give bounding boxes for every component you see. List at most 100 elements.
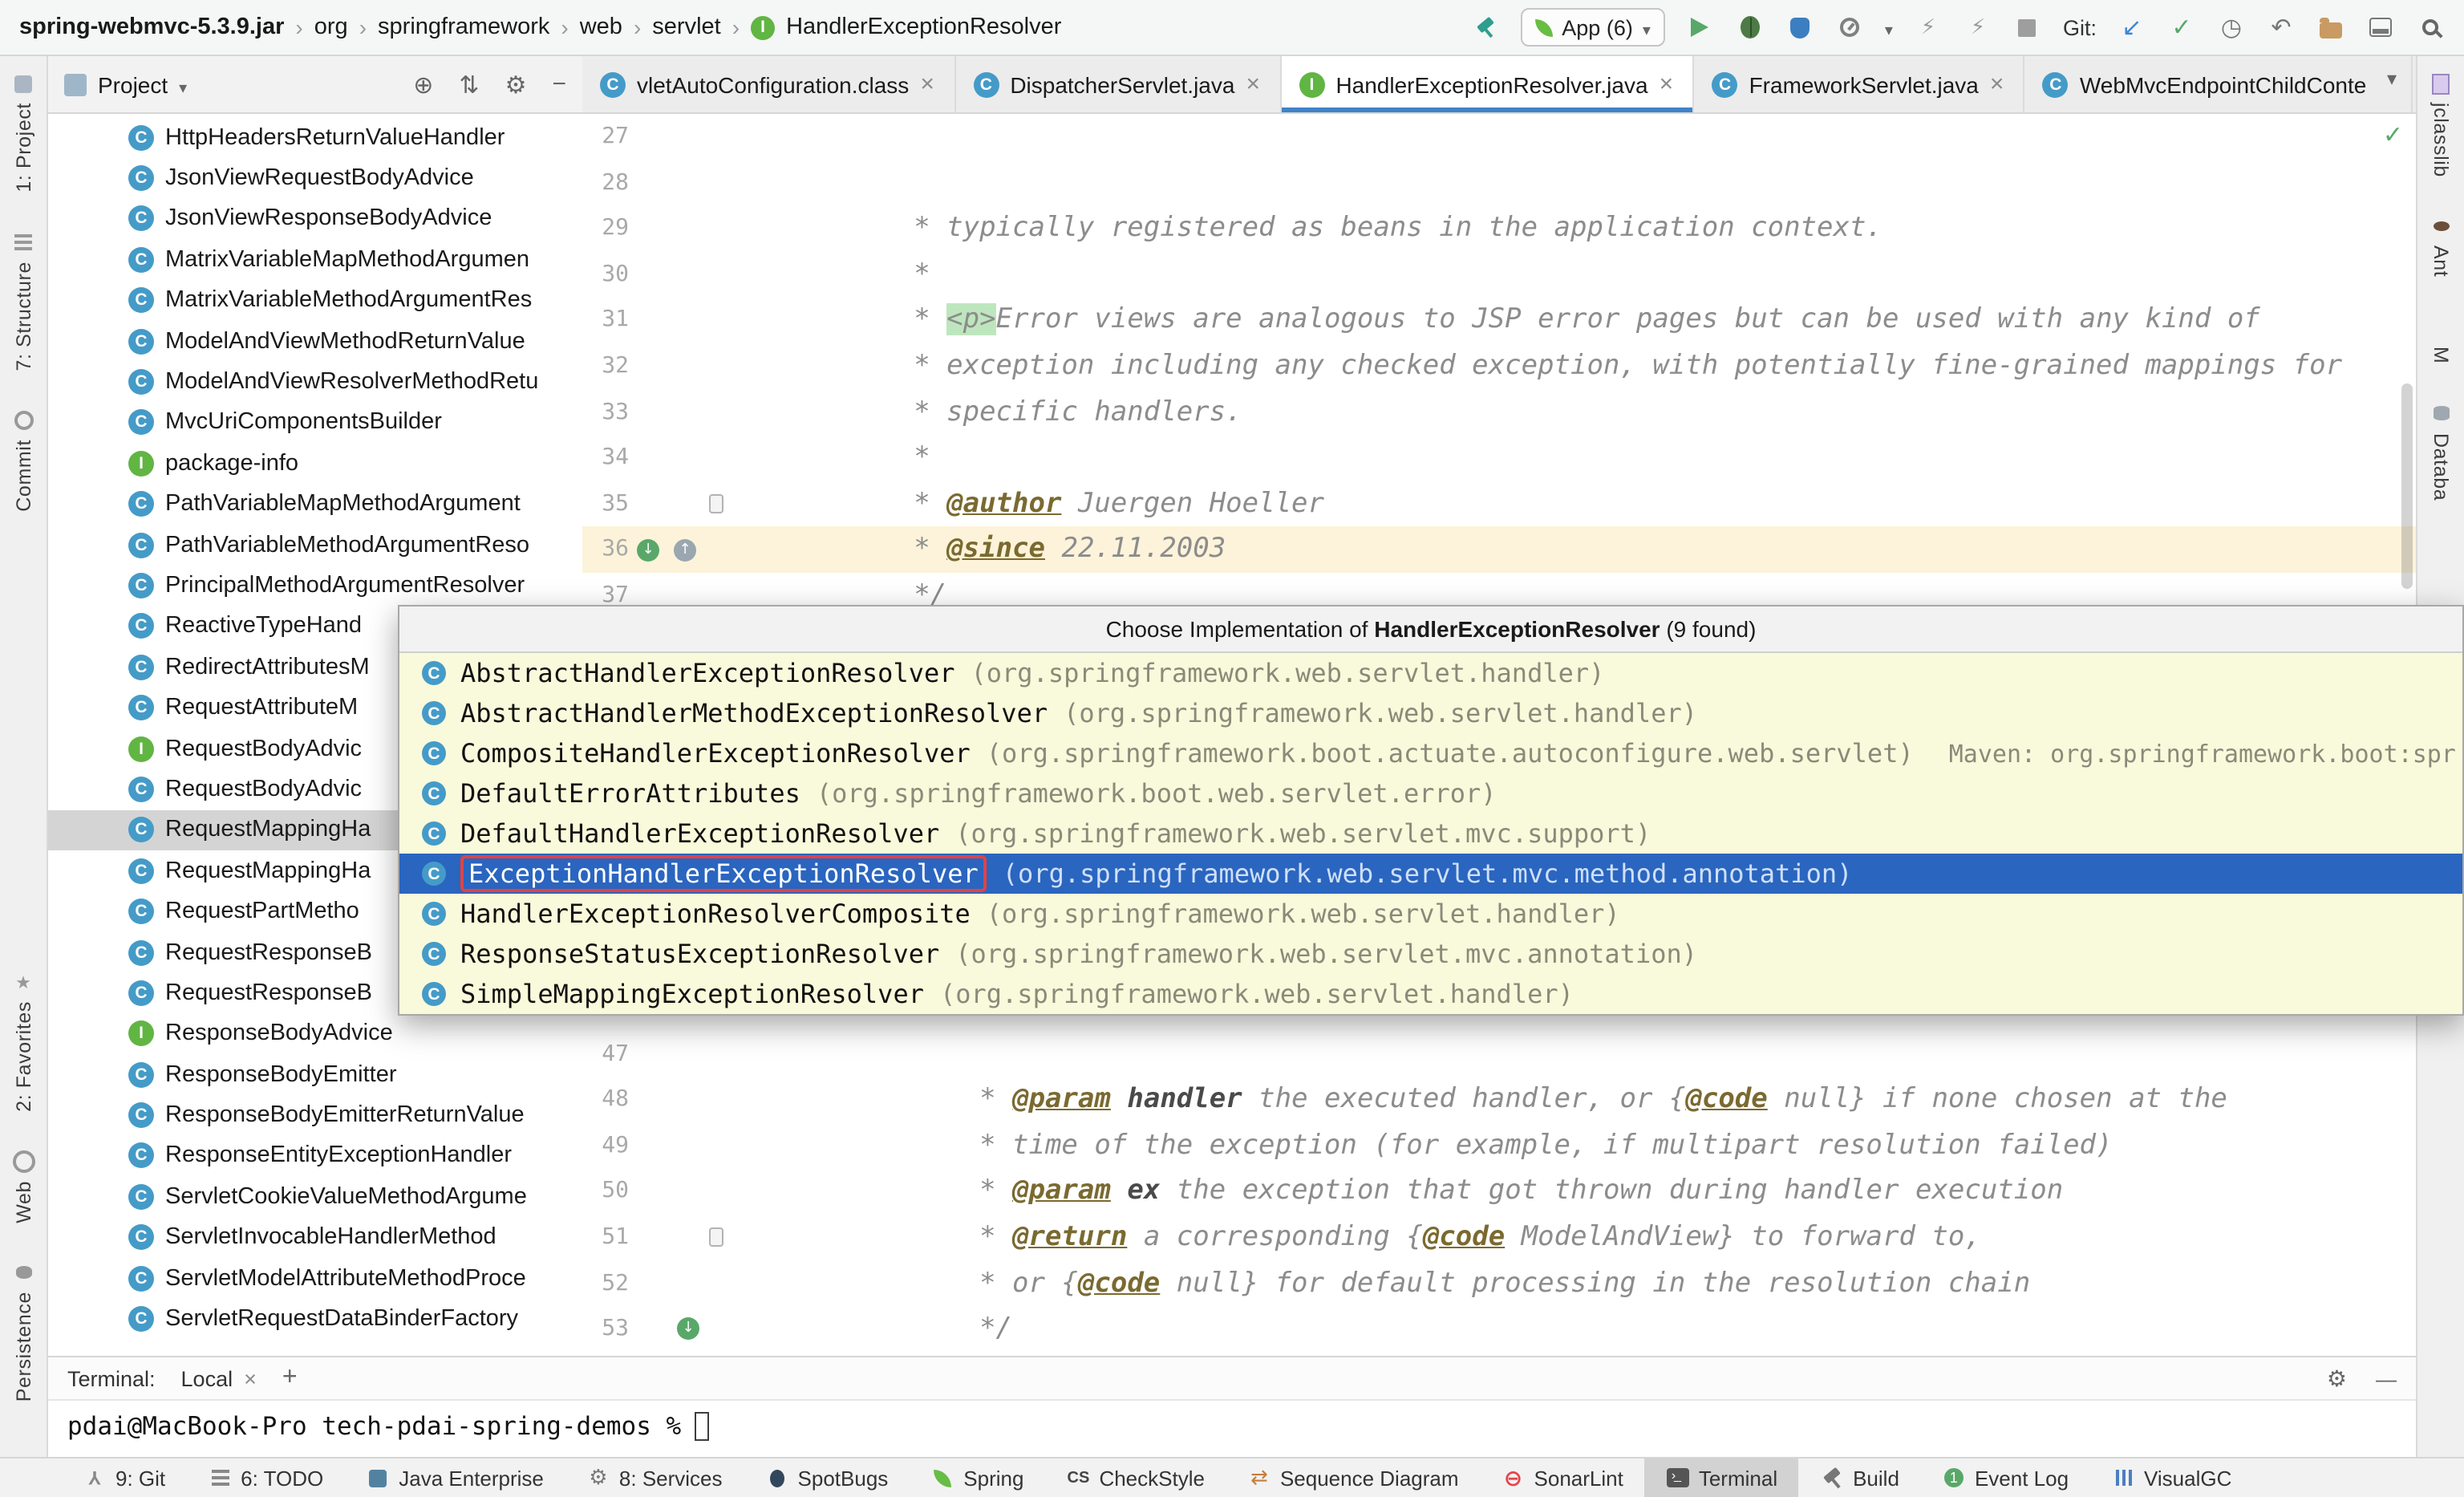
tree-item[interactable]: C ModelAndViewResolverMethodRetu — [48, 362, 582, 403]
implementation-option[interactable]: C AbstractHandlerMethodExceptionResolver… — [399, 693, 2462, 733]
implementation-option[interactable]: C ResponseStatusExceptionResolver (org.s… — [399, 934, 2462, 974]
code-line[interactable]: 33 * @author Juergen Hoeller — [582, 389, 2416, 435]
project-panel-title[interactable]: Project — [98, 71, 168, 97]
tree-item[interactable]: C ServletCookieValueMethodArgume — [48, 1176, 582, 1217]
locate-file-icon[interactable] — [413, 70, 433, 99]
coverage-button[interactable] — [1790, 17, 1810, 38]
statusbar-item[interactable]: SonarLint — [1480, 1458, 1644, 1497]
toolwindow-stripe-button[interactable]: M — [2430, 316, 2452, 363]
hide-windows-icon[interactable] — [2369, 18, 2392, 37]
tab-close-icon[interactable] — [920, 71, 936, 98]
implementation-option[interactable]: C SimpleMappingExceptionResolver (org.sp… — [399, 974, 2462, 1014]
chevron-down-icon[interactable] — [179, 71, 187, 97]
tree-item[interactable]: C MatrixVariableMethodArgumentRes — [48, 280, 582, 321]
tab-close-icon[interactable] — [1660, 71, 1676, 98]
code-line[interactable]: 27 * typically registered as beans in th… — [582, 114, 2416, 160]
code-line[interactable]: 50 * or {@code null} for default process… — [582, 1169, 2416, 1215]
code-line[interactable]: 31 * specific handlers. — [582, 298, 2416, 343]
fold-marker-icon[interactable] — [709, 494, 723, 513]
tree-item[interactable]: C PathVariableMapMethodArgument — [48, 484, 582, 525]
code-line[interactable]: 29 * <p>Error views are analogous to JSP… — [582, 205, 2416, 251]
implementation-option[interactable]: C HandlerExceptionResolverComposite (org… — [399, 894, 2462, 934]
tree-item[interactable]: C ResponseBodyEmitterReturnValue — [48, 1095, 582, 1136]
implemented-marker-icon[interactable] — [637, 538, 659, 561]
terminal-tab[interactable]: Local — [181, 1366, 257, 1390]
toolwindow-stripe-button[interactable]: Persistence — [12, 1262, 34, 1402]
code-line[interactable]: 35 */ — [582, 481, 2416, 527]
run-configuration-select[interactable]: App (6) — [1520, 8, 1665, 47]
tree-item[interactable]: C ResponseEntityExceptionHandler — [48, 1136, 582, 1177]
editor-tab[interactable]: I HandlerExceptionResolver.java — [1281, 56, 1694, 112]
gear-icon[interactable] — [505, 70, 527, 99]
implementation-option[interactable]: C CompositeHandlerExceptionResolver (org… — [399, 733, 2462, 773]
tree-item[interactable]: C ServletModelAttributeMethodProce — [48, 1258, 582, 1299]
code-line[interactable]: 28 * — [582, 160, 2416, 205]
statusbar-item[interactable]: 6: TODO — [186, 1458, 344, 1497]
hide-panel-icon[interactable] — [552, 71, 566, 98]
editor-tab[interactable]: C vletAutoConfiguration.class — [582, 56, 955, 112]
code-line[interactable]: 51 */ — [582, 1215, 2416, 1260]
statusbar-item[interactable]: SpotBugs — [744, 1458, 910, 1497]
search-everywhere-icon[interactable] — [2422, 19, 2438, 35]
editor-tab[interactable]: C WebMvcEndpointChildConte — [2025, 56, 2413, 112]
code-line[interactable]: 30 * exception including any checked exc… — [582, 252, 2416, 298]
lightning-edit-icon[interactable] — [1964, 13, 1992, 42]
tree-item[interactable]: C ServletInvocableHandlerMethod — [48, 1217, 582, 1258]
breadcrumb-item[interactable]: web — [580, 14, 622, 40]
statusbar-item[interactable]: 9: Git — [61, 1458, 186, 1497]
stop-button[interactable] — [2019, 18, 2036, 36]
git-update-button[interactable] — [2118, 13, 2146, 42]
breadcrumb-item[interactable]: org — [314, 14, 348, 40]
implementation-option[interactable]: C DefaultErrorAttributes (org.springfram… — [399, 773, 2462, 813]
expand-collapse-icon[interactable] — [459, 70, 479, 99]
code-line[interactable]: 49 * @return a corresponding {@code Mode… — [582, 1123, 2416, 1169]
run-button[interactable] — [1692, 18, 1709, 37]
toolwindow-stripe-button[interactable]: jclasslib — [2430, 72, 2452, 177]
new-terminal-icon[interactable] — [282, 1364, 298, 1393]
code-line[interactable]: 32 * — [582, 343, 2416, 389]
editor-scrollbar[interactable] — [2401, 383, 2413, 589]
editor-tab[interactable]: C FrameworkServlet.java — [1695, 56, 2025, 112]
git-rollback-button[interactable] — [2267, 13, 2296, 42]
git-commit-button[interactable] — [2167, 13, 2196, 42]
tree-item[interactable]: I ResponseBodyAdvice — [48, 1013, 582, 1054]
breadcrumb-leaf[interactable]: HandlerExceptionResolver — [786, 14, 1061, 40]
toolwindow-stripe-button[interactable]: Web — [12, 1150, 34, 1223]
profiler-chevron-icon[interactable] — [1885, 14, 1893, 40]
tree-item[interactable]: C ServletRequestDataBinderFactory — [48, 1299, 582, 1340]
breadcrumb-item[interactable]: spring-webmvc-5.3.9.jar — [19, 14, 284, 40]
toolwindow-stripe-button[interactable]: 1: Project — [12, 72, 34, 193]
statusbar-item[interactable]: Java Enterprise — [344, 1458, 565, 1497]
lightning-icon[interactable] — [1914, 13, 1943, 42]
terminal-settings-icon[interactable] — [2327, 1365, 2347, 1392]
statusbar-item[interactable]: Build — [1798, 1458, 1920, 1497]
tab-close-icon[interactable] — [1246, 71, 1262, 98]
tree-item[interactable]: C ResponseBodyEmitter — [48, 1054, 582, 1095]
terminal-console[interactable]: pdai@MacBook-Pro tech-pdai-spring-demos … — [48, 1401, 2416, 1452]
statusbar-item[interactable]: CheckStyle — [1044, 1458, 1226, 1497]
tree-item[interactable]: C ModelAndViewMethodReturnValue — [48, 321, 582, 362]
statusbar-item[interactable]: 8: Services — [565, 1458, 744, 1497]
tree-item[interactable]: I package-info — [48, 443, 582, 484]
terminal-tab-close-icon[interactable] — [244, 1366, 257, 1390]
toolwindow-stripe-button[interactable]: 7: Structure — [12, 231, 34, 371]
implementation-option[interactable]: C AbstractHandlerExceptionResolver (org.… — [399, 653, 2462, 693]
code-line[interactable]: 34 * @since 22.11.2003 — [582, 435, 2416, 481]
implemented-marker-icon[interactable] — [677, 1318, 699, 1341]
editor-tab[interactable]: C DispatcherServlet.java — [955, 56, 1281, 112]
hidden-tabs-chevron-icon[interactable] — [2371, 64, 2413, 90]
statusbar-item[interactable]: Event Log — [1920, 1458, 2089, 1497]
toolwindow-stripe-button[interactable]: Databa — [2430, 403, 2452, 501]
breadcrumb-item[interactable]: servlet — [652, 14, 720, 40]
tree-item[interactable]: C JsonViewRequestBodyAdvice — [48, 158, 582, 199]
tree-item[interactable]: C MvcUriComponentsBuilder — [48, 402, 582, 443]
terminal-minimize-icon[interactable] — [2376, 1366, 2397, 1390]
code-line[interactable]: 53 ModelAndView resolveException( — [582, 1306, 2416, 1352]
toolwindow-stripe-button[interactable]: Commit — [12, 409, 34, 512]
breadcrumb-item[interactable]: springframework — [378, 14, 549, 40]
tab-close-icon[interactable] — [1990, 71, 2006, 98]
code-line[interactable]: 52 @Nullable — [582, 1260, 2416, 1306]
tree-item[interactable]: C PrincipalMethodArgumentResolver — [48, 566, 582, 607]
toolwindow-stripe-button[interactable]: 2: Favorites — [12, 971, 34, 1112]
statusbar-item[interactable]: Terminal — [1644, 1458, 1798, 1497]
